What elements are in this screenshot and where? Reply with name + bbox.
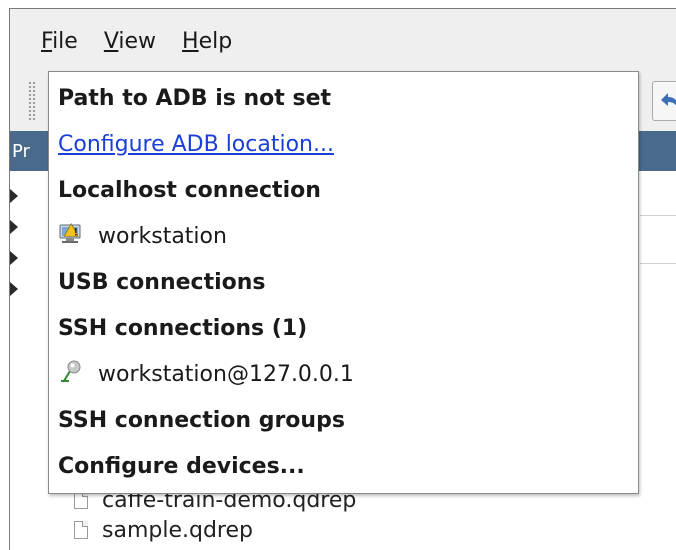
ssh-connections-header: SSH connections (1) bbox=[58, 315, 308, 341]
localhost-device-label: workstation bbox=[98, 223, 227, 249]
toolbar-back-button[interactable] bbox=[652, 81, 676, 121]
computer-warning-icon bbox=[58, 221, 86, 251]
ssh-connection-groups-header: SSH connection groups bbox=[58, 407, 345, 433]
menu-help[interactable]: Help bbox=[182, 29, 232, 54]
tree-expand-arrow[interactable] bbox=[10, 251, 18, 265]
tree-divider bbox=[640, 263, 676, 264]
adb-status-header: Path to ADB is not set bbox=[58, 85, 332, 111]
panel-header-label: Pr bbox=[12, 141, 30, 162]
configure-devices-item[interactable]: Configure devices... bbox=[58, 443, 305, 489]
menu-view[interactable]: View bbox=[104, 29, 156, 54]
usb-connections-header: USB connections bbox=[58, 269, 266, 295]
tree-expand-arrow[interactable] bbox=[10, 220, 18, 234]
file-row[interactable]: sample.qdrep bbox=[74, 515, 253, 545]
menubar: File View Help bbox=[10, 27, 676, 55]
back-arrow-icon bbox=[661, 93, 676, 106]
tree-expand-arrow[interactable] bbox=[10, 189, 18, 203]
file-icon bbox=[74, 521, 88, 539]
tree-expand-arrow[interactable] bbox=[10, 282, 18, 296]
localhost-connection-header: Localhost connection bbox=[58, 177, 321, 203]
configure-adb-link[interactable]: Configure ADB location... bbox=[58, 121, 334, 167]
ssh-connection-label: workstation@127.0.0.1 bbox=[98, 361, 354, 387]
menu-file[interactable]: File bbox=[41, 29, 78, 54]
toolbar-grip[interactable] bbox=[28, 81, 36, 121]
connection-popup-menu: Path to ADB is not set Configure ADB loc… bbox=[48, 71, 639, 494]
tree-divider bbox=[640, 215, 676, 216]
network-pin-icon bbox=[58, 359, 86, 389]
localhost-device-item[interactable]: workstation bbox=[58, 213, 227, 259]
ssh-connection-item[interactable]: workstation@127.0.0.1 bbox=[58, 351, 354, 397]
